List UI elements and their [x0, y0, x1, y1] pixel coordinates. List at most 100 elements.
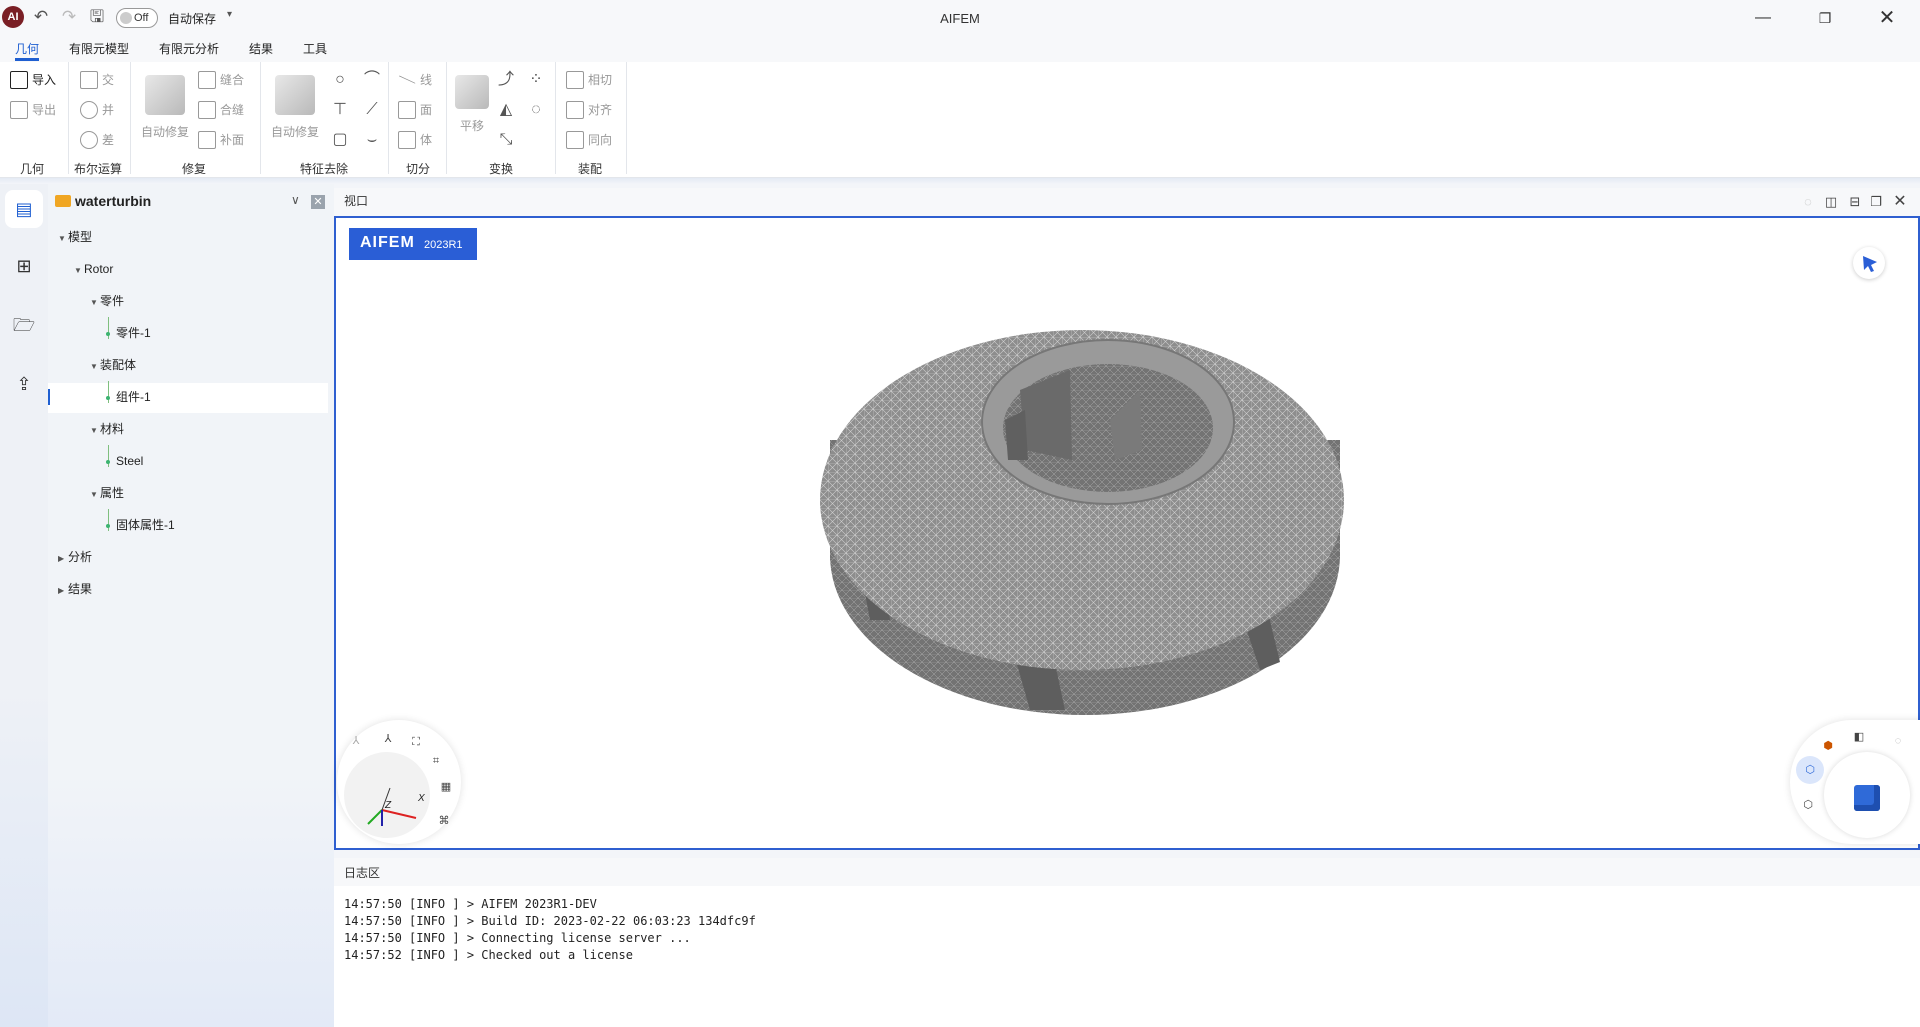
translate-icon — [455, 75, 489, 109]
view-cube-icon[interactable] — [1854, 785, 1880, 811]
linear-pattern-icon[interactable]: ⁘ — [526, 70, 546, 90]
refresh-icon[interactable]: ◌ — [1800, 194, 1816, 210]
caret-down-icon: ▼ — [90, 298, 98, 307]
auto-repair-button[interactable]: 自动修复 — [130, 75, 200, 140]
float-window-icon[interactable]: ❐ — [1868, 194, 1884, 210]
subtract-button[interactable]: 差 — [80, 130, 114, 150]
active-tab-indicator — [15, 58, 39, 61]
caret-right-icon: ▶ — [58, 586, 65, 595]
log-line: 14:57:52 [INFO ] > Checked out a license — [344, 948, 633, 962]
tree-node-assembly[interactable]: ▼ 装配体 — [90, 352, 136, 378]
split-body-button[interactable]: 体 — [398, 130, 432, 150]
fillet-icon[interactable]: ⌒ — [362, 70, 382, 90]
intersect-button[interactable]: 交 — [80, 70, 114, 90]
restore-icon[interactable]: ❐ — [1810, 6, 1840, 30]
tree-node-analysis[interactable]: ▶ 分析 — [58, 544, 92, 570]
circular-pattern-icon[interactable]: ◌ — [526, 100, 546, 120]
tree-node-results[interactable]: ▶ 结果 — [58, 576, 92, 602]
ribbon-separator — [555, 62, 556, 174]
same-direction-icon — [566, 130, 584, 149]
tree-node-label: 模型 — [68, 230, 93, 244]
merge-seam-button[interactable]: 合缝 — [198, 100, 244, 120]
tree-node-rotor[interactable]: ▼ Rotor — [74, 256, 113, 282]
tab-fe-analysis[interactable]: 有限元分析 — [159, 40, 219, 62]
brand-name: AIFEM — [360, 234, 415, 251]
patch-button[interactable]: 补面 — [198, 130, 244, 150]
viewport-header — [334, 188, 1920, 216]
tree-node-steel[interactable]: Steel — [106, 448, 143, 474]
tree-node-part-1[interactable]: 零件-1 — [106, 320, 151, 346]
tab-results[interactable]: 结果 — [249, 40, 273, 62]
curve-icon[interactable]: ⌣ — [362, 130, 382, 150]
select-tool-button[interactable] — [1853, 247, 1885, 279]
document-icon[interactable]: ▤ — [5, 190, 43, 228]
rotate-icon[interactable]: ⤴ — [496, 70, 516, 90]
axis-orient-icon[interactable]: ⅄ — [377, 728, 399, 750]
wireframe-icon[interactable]: ⬡ — [1797, 794, 1819, 816]
stitch-icon — [198, 70, 216, 89]
upload-icon[interactable]: ⇪ — [5, 365, 43, 403]
split-face-button[interactable]: 面 — [398, 100, 432, 120]
zoom-box-icon[interactable]: ⌗ — [425, 750, 447, 772]
edge-icon[interactable]: ⟋ — [362, 100, 382, 120]
stitch-button[interactable]: 缝合 — [198, 70, 244, 90]
tangent-icon — [566, 70, 584, 89]
tangent-button[interactable]: 相切 — [566, 70, 612, 90]
export-button[interactable]: 导出 — [10, 100, 56, 120]
patch-label: 补面 — [220, 133, 245, 147]
union-icon — [80, 100, 98, 119]
transparency-icon[interactable]: ◌ — [1887, 730, 1909, 752]
close-viewport-icon[interactable]: ✕ — [1892, 194, 1908, 210]
chamfer-icon[interactable]: ⊤ — [330, 100, 350, 120]
split-body-label: 体 — [420, 133, 433, 147]
fit-view-icon[interactable]: ⛶ — [405, 731, 427, 753]
tangent-label: 相切 — [588, 73, 613, 87]
square-icon[interactable]: ▢ — [330, 130, 350, 150]
mirror-icon[interactable]: ◭ — [496, 100, 516, 120]
circle-icon[interactable]: ○ — [330, 70, 350, 90]
section-view-icon[interactable]: ◧ — [1848, 726, 1870, 748]
caret-right-icon: ▶ — [58, 554, 65, 563]
import-button[interactable]: 导入 — [10, 70, 56, 90]
feature-auto-repair-button[interactable]: 自动修复 — [260, 75, 330, 140]
shaded-icon[interactable]: ⬢ — [1817, 735, 1839, 757]
union-button[interactable]: 并 — [80, 100, 114, 120]
new-file-icon[interactable]: ⊞ — [5, 247, 43, 285]
stitch-label: 缝合 — [220, 73, 245, 87]
chevron-down-icon[interactable]: ∨ — [291, 193, 300, 207]
capture-icon[interactable]: ⌘ — [433, 810, 455, 832]
minimize-icon[interactable]: — — [1748, 6, 1778, 30]
tab-fe-model[interactable]: 有限元模型 — [69, 40, 129, 62]
caret-down-icon: ▼ — [90, 490, 98, 499]
folder-icon — [55, 195, 71, 207]
open-folder-icon[interactable]: 🗁 — [5, 306, 43, 344]
grid-icon[interactable]: ▦ — [435, 776, 457, 798]
group-label-assembly: 装配 — [578, 162, 603, 176]
split-line-button[interactable]: 线 — [398, 70, 432, 90]
menu-bar — [0, 36, 1920, 62]
same-direction-button[interactable]: 同向 — [566, 130, 612, 150]
align-button[interactable]: 对齐 — [566, 100, 612, 120]
tree-node-label: 分析 — [68, 550, 93, 564]
tree-node-component-1[interactable]: 组件-1 — [106, 384, 151, 410]
close-panel-icon[interactable]: ✕ — [311, 195, 325, 209]
split-horizontal-icon[interactable]: ⊟ — [1847, 194, 1863, 210]
intersect-icon — [80, 70, 98, 89]
tree-node-materials[interactable]: ▼ 材料 — [90, 416, 124, 442]
wireframe-shaded-icon[interactable]: ⬡ — [1799, 759, 1821, 781]
axis-display-icon[interactable]: ⅄ — [345, 730, 367, 752]
scale-icon[interactable]: ⤡ — [496, 130, 516, 150]
turbine-mesh-model[interactable] — [810, 310, 1360, 740]
group-label-geometry: 几何 — [20, 162, 45, 176]
tree-node-properties[interactable]: ▼ 属性 — [90, 480, 124, 506]
same-direction-label: 同向 — [588, 133, 613, 147]
tree-node-solid-property-1[interactable]: 固体属性-1 — [106, 512, 175, 538]
split-vertical-icon[interactable]: ◫ — [1823, 194, 1839, 210]
tree-node-parts[interactable]: ▼ 零件 — [90, 288, 124, 314]
export-label: 导出 — [32, 103, 57, 117]
merge-seam-label: 合缝 — [220, 103, 245, 117]
close-window-icon[interactable]: ✕ — [1872, 6, 1902, 30]
project-name[interactable]: waterturbin — [75, 193, 151, 209]
tab-tools[interactable]: 工具 — [303, 40, 327, 62]
tree-node-model[interactable]: ▼ 模型 — [58, 224, 92, 250]
